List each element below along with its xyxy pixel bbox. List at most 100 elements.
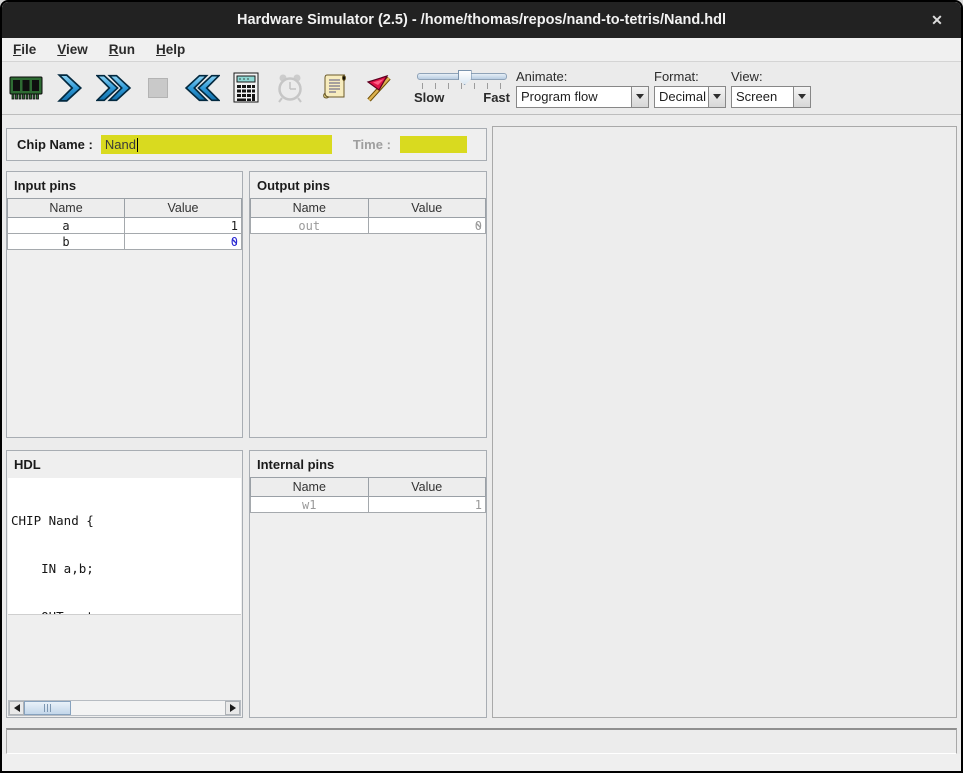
output-pins-title: Output pins bbox=[250, 172, 486, 198]
table-row: out 0 bbox=[251, 218, 486, 234]
view-label: View: bbox=[731, 69, 811, 84]
table-row: w1 1 bbox=[251, 497, 486, 513]
speed-slider[interactable]: Slow Fast bbox=[414, 71, 510, 105]
evaluate-button[interactable] bbox=[224, 65, 268, 111]
output-pins-table: Name Value out 0 bbox=[250, 198, 486, 234]
output-pins-header-value: Value bbox=[368, 199, 486, 218]
time-field bbox=[400, 136, 467, 153]
chip-name-input[interactable]: Nand bbox=[101, 135, 332, 154]
pin-name-a[interactable]: a bbox=[8, 218, 125, 234]
breakpoints-flag-icon bbox=[363, 73, 393, 103]
view-selected-value: Screen bbox=[732, 87, 793, 107]
chevron-down-icon bbox=[636, 94, 644, 99]
format-label: Format: bbox=[654, 69, 726, 84]
slider-slow-label: Slow bbox=[414, 90, 444, 105]
time-label: Time : bbox=[353, 137, 391, 152]
hdl-code-view[interactable]: CHIP Nand { IN a,b; OUT out; PARTS: And(… bbox=[8, 478, 241, 615]
hdl-title: HDL bbox=[7, 451, 242, 477]
run-button[interactable] bbox=[92, 65, 136, 111]
view-group: View: Screen bbox=[731, 69, 811, 108]
internal-pins-title: Internal pins bbox=[250, 451, 486, 477]
title-bar: Hardware Simulator (2.5) - /home/thomas/… bbox=[2, 2, 961, 38]
view-select[interactable]: Screen bbox=[731, 86, 811, 108]
menu-help[interactable]: Help bbox=[153, 42, 188, 57]
speed-slider-track[interactable] bbox=[417, 73, 507, 80]
triangle-right-icon bbox=[230, 704, 236, 712]
table-row: b 0 bbox=[8, 234, 242, 250]
menu-file[interactable]: File bbox=[10, 42, 39, 57]
pin-value-out: 0 bbox=[368, 218, 486, 234]
input-pins-table: Name Value a 1 b 0 bbox=[7, 198, 242, 250]
hdl-code-line: CHIP Nand { bbox=[11, 513, 241, 529]
pin-value-b[interactable]: 0 bbox=[125, 234, 242, 250]
chevron-down-icon bbox=[798, 94, 806, 99]
footer-strip bbox=[2, 754, 961, 772]
load-chip-button[interactable] bbox=[4, 65, 48, 111]
toolbar: Slow Fast Animate: Program flow Format: … bbox=[2, 62, 961, 115]
pin-name-w1: w1 bbox=[251, 497, 369, 513]
pin-value-w1: 1 bbox=[368, 497, 486, 513]
breakpoints-button[interactable] bbox=[356, 65, 400, 111]
pin-value-a[interactable]: 1 bbox=[125, 218, 242, 234]
chip-icon bbox=[8, 74, 44, 102]
format-selected-value: Decimal bbox=[655, 87, 708, 107]
internal-pins-panel: Internal pins Name Value w1 1 bbox=[249, 450, 487, 718]
hdl-code-line: OUT out; bbox=[11, 609, 241, 615]
text-caret bbox=[137, 138, 138, 152]
input-pins-title: Input pins bbox=[7, 172, 242, 198]
animate-dropdown-button[interactable] bbox=[631, 87, 648, 107]
slider-fast-label: Fast bbox=[483, 90, 510, 105]
animate-label: Animate: bbox=[516, 69, 649, 84]
output-pins-panel: Output pins Name Value out 0 bbox=[249, 171, 487, 438]
scrollbar-thumb[interactable] bbox=[24, 701, 71, 715]
stop-button bbox=[136, 65, 180, 111]
reset-icon bbox=[184, 74, 220, 102]
hdl-horizontal-scrollbar[interactable] bbox=[8, 700, 241, 716]
chip-header-panel: Chip Name : Nand Time : bbox=[6, 128, 487, 161]
pin-name-out: out bbox=[251, 218, 369, 234]
reset-button[interactable] bbox=[180, 65, 224, 111]
hdl-panel: HDL CHIP Nand { IN a,b; OUT out; PARTS: … bbox=[6, 450, 243, 718]
view-script-button[interactable] bbox=[312, 65, 356, 111]
table-row: a 1 bbox=[8, 218, 242, 234]
animate-group: Animate: Program flow bbox=[516, 69, 649, 108]
pin-name-b[interactable]: b bbox=[8, 234, 125, 250]
scroll-left-button[interactable] bbox=[9, 701, 24, 715]
animate-selected-value: Program flow bbox=[517, 87, 631, 107]
main-content: Chip Name : Nand Time : Input pins Name … bbox=[2, 115, 961, 728]
clock-button bbox=[268, 65, 312, 111]
menu-bar: File View Run Help bbox=[2, 38, 961, 62]
status-bar bbox=[6, 728, 957, 754]
internal-pins-header-name: Name bbox=[251, 478, 369, 497]
format-select[interactable]: Decimal bbox=[654, 86, 726, 108]
screen-view-panel bbox=[492, 126, 957, 718]
script-icon bbox=[319, 72, 349, 104]
single-step-button[interactable] bbox=[48, 65, 92, 111]
chip-name-label: Chip Name : bbox=[17, 137, 93, 152]
format-group: Format: Decimal bbox=[654, 69, 726, 108]
window-title: Hardware Simulator (2.5) - /home/thomas/… bbox=[237, 12, 726, 28]
input-pins-panel: Input pins Name Value a 1 b 0 bbox=[6, 171, 243, 438]
hardware-simulator-window: Hardware Simulator (2.5) - /home/thomas/… bbox=[0, 0, 963, 773]
clock-icon bbox=[275, 73, 305, 103]
internal-pins-header-value: Value bbox=[368, 478, 486, 497]
single-step-icon bbox=[57, 74, 83, 102]
run-icon bbox=[96, 74, 132, 102]
triangle-left-icon bbox=[14, 704, 20, 712]
output-pins-header-name: Name bbox=[251, 199, 369, 218]
input-pins-header-name: Name bbox=[8, 199, 125, 218]
stop-icon bbox=[148, 78, 168, 98]
close-icon[interactable]: ✕ bbox=[926, 9, 948, 31]
calculator-icon bbox=[231, 72, 261, 104]
animate-select[interactable]: Program flow bbox=[516, 86, 649, 108]
scroll-right-button[interactable] bbox=[225, 701, 240, 715]
format-dropdown-button[interactable] bbox=[708, 87, 725, 107]
view-dropdown-button[interactable] bbox=[793, 87, 810, 107]
hdl-code-line: IN a,b; bbox=[11, 561, 241, 577]
input-pins-header-value: Value bbox=[125, 199, 242, 218]
internal-pins-table: Name Value w1 1 bbox=[250, 477, 486, 513]
menu-run[interactable]: Run bbox=[106, 42, 138, 57]
menu-view[interactable]: View bbox=[54, 42, 91, 57]
speed-slider-ticks bbox=[422, 83, 502, 89]
chevron-down-icon bbox=[713, 94, 721, 99]
